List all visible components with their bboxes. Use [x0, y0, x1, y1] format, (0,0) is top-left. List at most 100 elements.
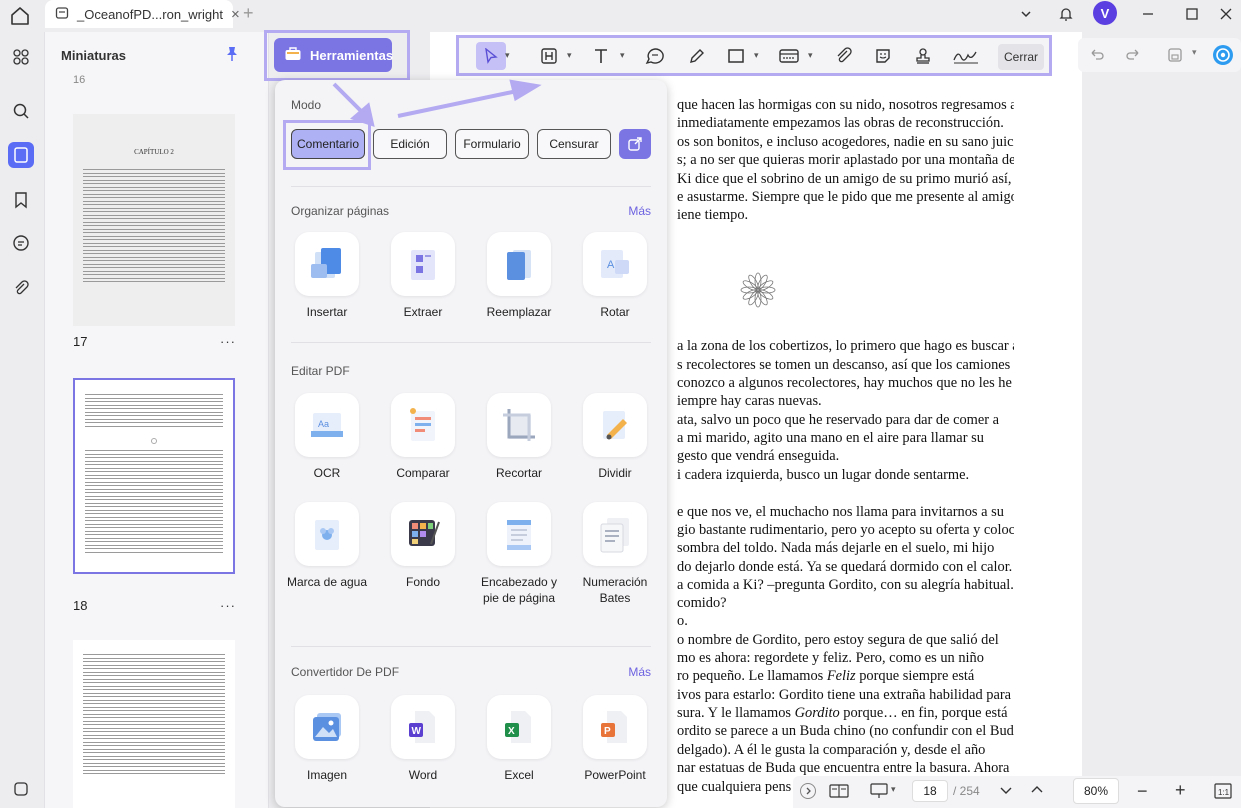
bates-numbering-tool-label: Numeración Bates	[582, 575, 648, 605]
search-icon[interactable]	[8, 98, 34, 124]
document-line: e que nos ve, el muchacho nos llama para…	[677, 504, 1004, 520]
grid-icon[interactable]	[8, 44, 34, 70]
chevron-right-icon[interactable]	[799, 782, 817, 803]
page-thumbnail-17[interactable]: CAPÍTULO 2	[73, 114, 235, 326]
background-tool-label: Fondo	[405, 575, 441, 589]
to-powerpoint-tool[interactable]: P PowerPoint	[570, 695, 660, 783]
document-line: s recolectores se tomen un descanso, así…	[677, 357, 1011, 373]
organize-more-link[interactable]: Más	[628, 204, 651, 218]
crop-tool-label: Recortar	[495, 466, 542, 480]
attachment-icon[interactable]	[8, 275, 34, 301]
insert-tool-label: Insertar	[306, 305, 348, 319]
watermark-tool[interactable]: Marca de agua	[282, 502, 372, 590]
extract-pages-icon	[391, 232, 455, 296]
split-tool[interactable]: Dividir	[570, 393, 660, 481]
page-18-more-button[interactable]: ···	[220, 598, 236, 613]
document-line: Ki dice que el sobrino de un amigo de su…	[677, 171, 1012, 187]
converter-more-link[interactable]: Más	[628, 665, 651, 679]
bottom-bar: ▾ / 254 − + 1:1	[793, 776, 1241, 808]
thumbnails-icon[interactable]	[8, 142, 34, 168]
document-line: ata, salvo un poco que he reservado para…	[677, 412, 1000, 428]
close-tab-button[interactable]: ×	[231, 6, 240, 23]
page-17-more-button[interactable]: ···	[220, 334, 236, 349]
header-footer-tool[interactable]: Encabezado y pie de página	[474, 502, 564, 606]
chevron-down-icon[interactable]	[998, 782, 1014, 801]
to-word-tool[interactable]: W Word	[378, 695, 468, 783]
svg-text:P: P	[604, 726, 611, 737]
pin-icon[interactable]	[225, 46, 239, 67]
home-icon[interactable]	[8, 4, 32, 28]
background-tool[interactable]: Fondo	[378, 502, 468, 590]
chevron-down-icon[interactable]	[1010, 0, 1042, 28]
minimize-icon[interactable]	[1132, 0, 1164, 28]
divider	[291, 342, 651, 343]
bookmark-icon[interactable]	[8, 187, 34, 213]
header-footer-icon	[487, 502, 551, 566]
reading-mode-icon[interactable]	[829, 783, 849, 802]
presentation-icon[interactable]	[869, 782, 889, 803]
rotate-tool[interactable]: A Rotar	[570, 232, 660, 320]
save-icon[interactable]	[1166, 46, 1184, 69]
excel-file-icon: X	[487, 695, 551, 759]
document-line: o nombre de Gordito, pero estoy segura d…	[677, 632, 999, 648]
page-number-16: 16	[73, 74, 86, 86]
maximize-icon[interactable]	[1176, 0, 1208, 28]
user-avatar[interactable]: V	[1093, 1, 1117, 25]
toolbar-highlight-box	[456, 35, 1052, 76]
zoom-out-button[interactable]: −	[1137, 781, 1148, 802]
crop-tool[interactable]: Recortar	[474, 393, 564, 481]
document-line: a mi marido, agito una mano en el aire p…	[677, 430, 984, 446]
fit-page-icon[interactable]: 1:1	[1213, 782, 1233, 803]
document-line: nar estatuas de Buda que encuentra entre…	[677, 760, 1010, 776]
extract-tool[interactable]: Extraer	[378, 232, 468, 320]
redo-icon[interactable]	[1124, 46, 1142, 69]
document-line: comido?	[677, 595, 727, 611]
svg-text:1:1: 1:1	[1218, 788, 1230, 797]
page-thumbnail-18[interactable]	[73, 378, 235, 574]
annotation-arrows	[322, 68, 542, 153]
layers-icon[interactable]	[8, 776, 34, 802]
document-line: gesto que vendrá enseguida.	[677, 448, 840, 464]
powerpoint-file-icon: P	[583, 695, 647, 759]
thumbnail-text	[85, 450, 223, 555]
undo-icon[interactable]	[1088, 46, 1106, 69]
ocr-icon: Aa	[295, 393, 359, 457]
to-excel-tool-label: Excel	[504, 768, 534, 782]
compare-tool[interactable]: Comparar	[378, 393, 468, 481]
image-file-icon	[295, 695, 359, 759]
chevron-up-icon[interactable]	[1029, 782, 1045, 801]
document-tab[interactable]: _OceanofPD...ron_wright ×	[45, 0, 240, 28]
open-external-icon[interactable]	[619, 129, 651, 159]
comments-icon[interactable]	[8, 230, 34, 256]
chevron-down-icon[interactable]: ▾	[1192, 47, 1197, 58]
close-window-icon[interactable]	[1210, 0, 1241, 28]
document-line: o.	[677, 613, 688, 629]
document-line: ordito se parece a un Buda chino (no con…	[677, 723, 1014, 739]
split-tool-label: Dividir	[598, 466, 632, 480]
zoom-level-field[interactable]: 80%	[1073, 778, 1119, 804]
document-line: conozco a algunos recolectores, hay much…	[677, 375, 1012, 391]
background-palette-icon	[391, 502, 455, 566]
svg-text:Aa: Aa	[318, 419, 329, 429]
insert-tool[interactable]: Insertar	[282, 232, 372, 320]
mode-redact-button[interactable]: Censurar	[537, 129, 611, 159]
tools-button[interactable]: Herramientas	[274, 38, 393, 72]
thumbnail-text	[85, 394, 223, 429]
zoom-in-button[interactable]: +	[1175, 780, 1186, 801]
bell-icon[interactable]	[1050, 0, 1082, 28]
to-excel-tool[interactable]: X Excel	[474, 695, 564, 783]
chevron-down-icon[interactable]: ▾	[891, 784, 896, 795]
page-total: / 254	[953, 784, 980, 798]
new-tab-button[interactable]: +	[243, 3, 254, 24]
document-line: os son bonitos, e incluso acogedores, na…	[677, 134, 1014, 150]
page-thumbnail-19[interactable]	[73, 640, 235, 808]
mode-section-title: Modo	[291, 98, 322, 112]
page-number-18: 18	[73, 598, 88, 613]
page-number-input[interactable]: 18	[912, 780, 948, 802]
bates-numbering-tool[interactable]: Numeración Bates	[570, 502, 660, 606]
to-image-tool[interactable]: Imagen	[282, 695, 372, 783]
thumbnails-title: Miniaturas	[61, 48, 127, 63]
replace-tool[interactable]: Reemplazar	[474, 232, 564, 320]
ocr-tool[interactable]: Aa OCR	[282, 393, 372, 481]
ai-assistant-icon[interactable]	[1212, 44, 1234, 71]
